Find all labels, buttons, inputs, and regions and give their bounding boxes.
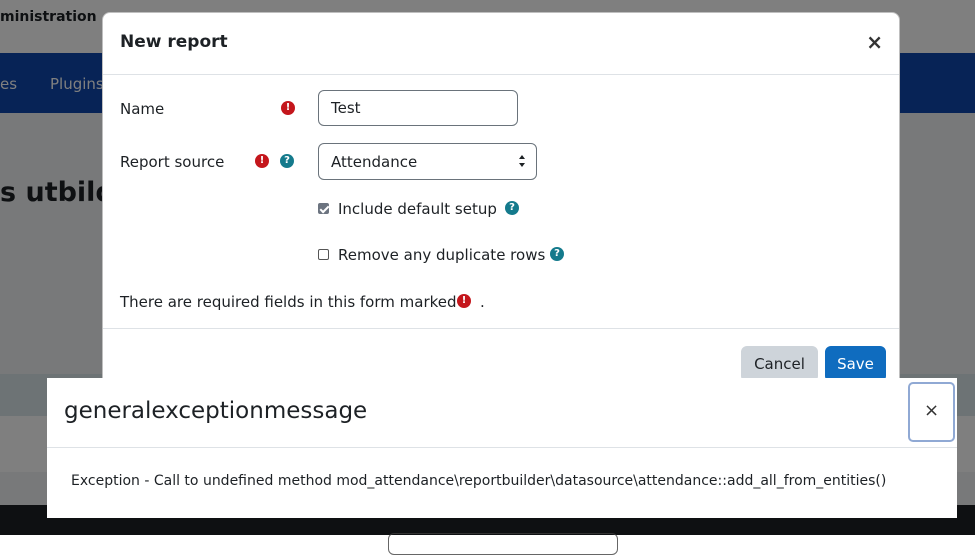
save-button[interactable]: Save xyxy=(825,346,886,382)
include-default-setup-label[interactable]: Include default setup xyxy=(338,200,497,218)
report-source-select[interactable]: Attendance xyxy=(318,143,537,180)
name-label: Name xyxy=(120,100,165,118)
required-icon: ! xyxy=(281,101,295,115)
required-note-suffix: . xyxy=(480,293,485,311)
modal-footer-divider xyxy=(103,328,899,329)
modal-title: New report xyxy=(120,32,228,52)
required-note-text: There are required fields in this form m… xyxy=(120,293,457,311)
remove-duplicates-label[interactable]: Remove any duplicate rows xyxy=(338,246,545,264)
footer-button[interactable] xyxy=(388,533,618,555)
required-icon: ! xyxy=(255,154,269,168)
exception-header: generalexceptionmessage × xyxy=(47,378,957,448)
select-arrows-icon xyxy=(519,155,525,167)
report-source-label: Report source xyxy=(120,153,225,171)
help-icon[interactable]: ? xyxy=(550,247,564,261)
modal-header: New report × xyxy=(103,13,899,75)
close-icon[interactable]: × xyxy=(908,382,955,442)
new-report-modal: New report × Name ! Test Report source !… xyxy=(102,12,900,412)
report-source-value: Attendance xyxy=(331,153,418,171)
exception-message: Exception - Call to undefined method mod… xyxy=(71,473,887,489)
include-default-setup-checkbox[interactable] xyxy=(318,203,329,214)
help-icon[interactable]: ? xyxy=(280,154,294,168)
exception-title: generalexceptionmessage xyxy=(64,398,368,424)
help-icon[interactable]: ? xyxy=(505,201,519,215)
required-icon: ! xyxy=(457,294,471,308)
close-icon[interactable]: × xyxy=(866,31,883,53)
remove-duplicates-checkbox[interactable] xyxy=(318,249,329,260)
required-fields-note: There are required fields in this form m… xyxy=(120,293,457,311)
exception-modal: generalexceptionmessage × Exception - Ca… xyxy=(47,378,957,518)
cancel-button[interactable]: Cancel xyxy=(741,346,818,382)
name-input[interactable]: Test xyxy=(318,90,518,126)
